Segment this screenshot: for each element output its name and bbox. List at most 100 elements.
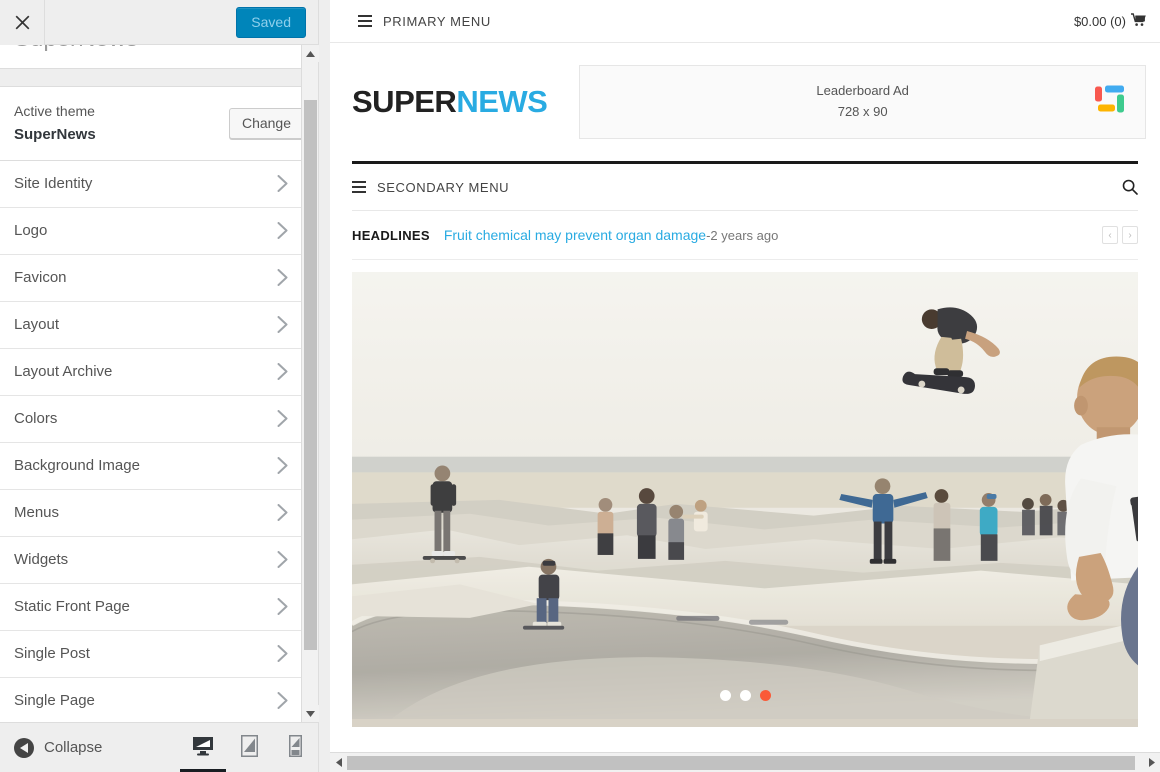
leaderboard-ad[interactable]: Leaderboard Ad 728 x 90 (579, 65, 1146, 139)
sidebar-item-menus[interactable]: Menus (0, 489, 318, 537)
search-icon[interactable] (1122, 179, 1138, 195)
active-theme-panel: Active theme SuperNews Change (0, 86, 318, 161)
headline-timestamp: 2 years ago (710, 227, 779, 243)
sidebar-item-widgets[interactable]: Widgets (0, 536, 318, 584)
sidebar-item-label: Background Image (14, 457, 140, 475)
chevron-right-icon (277, 175, 288, 193)
chevron-right-icon (277, 692, 288, 710)
tablet-icon (240, 734, 258, 757)
cart-widget[interactable]: $0.00 (0) (1073, 12, 1146, 30)
chevron-right-icon (277, 504, 288, 522)
sidebar-item-site-identity[interactable]: Site Identity (0, 160, 318, 208)
ad-size: 728 x 90 (837, 104, 888, 119)
headlines-label: HEADLINES (352, 227, 430, 243)
slider-dots (352, 690, 1138, 701)
device-tablet-button[interactable] (226, 723, 272, 772)
customizer-topbar: Saved (0, 0, 318, 45)
primary-menu-bar: PRIMARY MENU $0.00 (0) (330, 0, 1160, 43)
sidebar-item-label: Colors (14, 410, 58, 428)
primary-menu-label[interactable]: PRIMARY MENU (383, 14, 491, 29)
sidebar-item-label: Logo (14, 222, 48, 240)
cart-total-label: $0.00 (0) (1073, 13, 1126, 29)
headlines-ticker: HEADLINES Fruit chemical may prevent org… (352, 211, 1138, 260)
sidebar-item-label: Favicon (14, 269, 67, 287)
chevron-right-icon (277, 316, 288, 334)
collapse-button[interactable]: Collapse (0, 737, 180, 758)
chevron-right-icon (277, 551, 288, 569)
preview-horizontal-scrollbar[interactable] (330, 752, 1160, 772)
sidebar-edge-strip (318, 0, 330, 772)
sidebar-item-single-page[interactable]: Single Page (0, 677, 318, 722)
branding-row: SUPERNEWS Leaderboard Ad 728 x 90 (330, 43, 1160, 161)
active-theme-name: SuperNews (14, 125, 96, 143)
sidebar-item-favicon[interactable]: Favicon (0, 254, 318, 302)
ad-placeholder-text: Leaderboard Ad 728 x 90 (816, 81, 909, 123)
chevron-right-icon (277, 645, 288, 663)
active-theme-label: Active theme (14, 103, 95, 120)
sidebar-item-label: Layout (14, 316, 60, 334)
headline-link[interactable]: Fruit chemical may prevent organ damage (444, 227, 706, 243)
desktop-icon (193, 736, 213, 755)
chevron-right-icon (277, 363, 288, 381)
customizer-footer: Collapse (0, 722, 318, 772)
sidebar-item-label: Widgets (14, 551, 69, 569)
sidebar-item-layout-archive[interactable]: Layout Archive (0, 348, 318, 396)
chevron-right-icon (277, 410, 288, 428)
hero-slider[interactable] (352, 272, 1138, 727)
sidebar-item-background-image[interactable]: Background Image (0, 442, 318, 490)
hero-image (352, 272, 1138, 720)
logo-part-news: NEWS (456, 84, 548, 119)
customizer-sidebar: Saved SuperNews Active theme SuperNews C… (0, 0, 330, 772)
customizer-app: Saved SuperNews Active theme SuperNews C… (0, 0, 1160, 772)
slider-dot-1[interactable] (719, 690, 731, 701)
mobile-icon (288, 734, 302, 757)
collapse-label: Collapse (44, 739, 103, 756)
horizontal-scroll-track[interactable] (347, 754, 1143, 772)
scroll-left-arrow-icon[interactable] (330, 754, 347, 772)
sidebar-item-layout[interactable]: Layout (0, 301, 318, 349)
ad-title: Leaderboard Ad (816, 83, 909, 99)
pane-gap (0, 69, 318, 87)
close-icon[interactable] (0, 0, 45, 45)
change-theme-button[interactable]: Change (228, 107, 304, 139)
sidebar-item-label: Single Page (14, 692, 95, 710)
device-mobile-button[interactable] (272, 723, 318, 772)
hamburger-menu-icon[interactable] (352, 181, 366, 193)
sidebar-item-colors[interactable]: Colors (0, 395, 318, 443)
sidebar-item-label: Single Post (14, 645, 90, 663)
sidebar-item-logo[interactable]: Logo (0, 207, 318, 255)
headlines-nav: ‹ › (1102, 226, 1138, 244)
preview-page: PRIMARY MENU $0.00 (0) SUPERNEWS Leaderb… (330, 0, 1160, 760)
hamburger-menu-icon[interactable] (358, 15, 372, 27)
site-logo[interactable]: SUPERNEWS (352, 84, 548, 120)
sidebar-scrollbar-thumb[interactable] (304, 100, 317, 650)
sidebar-item-single-post[interactable]: Single Post (0, 630, 318, 678)
active-theme-text: Active theme SuperNews (14, 100, 229, 146)
sidebar-scrollbar[interactable] (301, 45, 319, 722)
sidebar-item-label: Layout Archive (14, 363, 113, 381)
customizer-scroll-pane: SuperNews Active theme SuperNews Change … (0, 45, 318, 722)
sidebar-item-static-front-page[interactable]: Static Front Page (0, 583, 318, 631)
save-button[interactable]: Saved (236, 6, 306, 38)
shopping-cart-icon (1131, 12, 1146, 30)
horizontal-scroll-thumb[interactable] (347, 755, 1136, 770)
sidebar-item-label: Static Front Page (14, 598, 130, 616)
collapse-arrow-icon (14, 737, 34, 758)
sidebar-item-label: Menus (14, 504, 60, 522)
chevron-right-icon (277, 598, 288, 616)
sidebar-item-label: Site Identity (14, 175, 93, 193)
secondary-menu-bar: SECONDARY MENU (352, 164, 1138, 211)
secondary-menu-label[interactable]: SECONDARY MENU (377, 180, 509, 195)
headlines-prev-button[interactable]: ‹ (1102, 226, 1118, 244)
slider-dot-2[interactable] (739, 690, 751, 701)
google-ads-icon (1093, 83, 1127, 122)
headlines-next-button[interactable]: › (1122, 226, 1138, 244)
scroll-right-arrow-icon[interactable] (1143, 754, 1160, 772)
scroll-up-arrow-icon[interactable] (302, 45, 319, 62)
chevron-right-icon (277, 457, 288, 475)
slider-dot-3[interactable] (759, 690, 771, 701)
scroll-down-arrow-icon[interactable] (302, 705, 319, 722)
device-desktop-button[interactable] (180, 723, 226, 772)
site-preview-frame: PRIMARY MENU $0.00 (0) SUPERNEWS Leaderb… (330, 0, 1160, 772)
chevron-right-icon (277, 269, 288, 287)
